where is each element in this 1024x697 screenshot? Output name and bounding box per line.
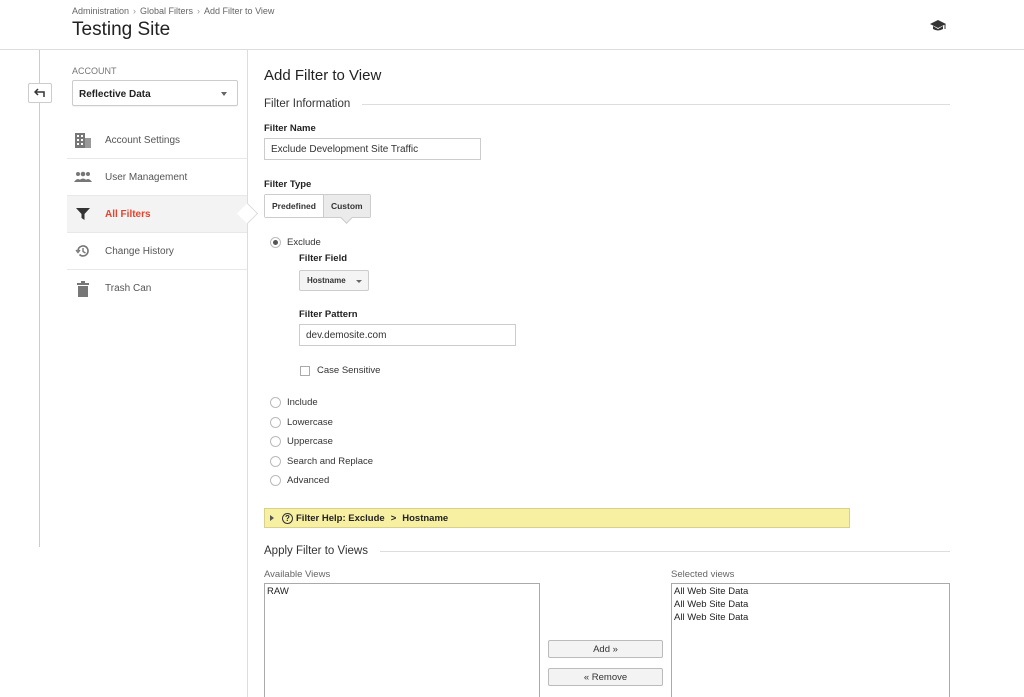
- radio-button[interactable]: [270, 456, 281, 467]
- admin-sidebar: ACCOUNT Reflective Data Account Settings…: [67, 50, 248, 697]
- case-sensitive-checkbox[interactable]: [300, 365, 310, 376]
- filter-icon: [73, 204, 93, 224]
- building-icon: [73, 130, 93, 150]
- back-arrow-icon: [34, 88, 45, 97]
- help-text-suffix: Hostname: [402, 512, 449, 524]
- back-button[interactable]: [28, 83, 52, 103]
- sidebar-item-user-management[interactable]: User Management: [67, 159, 247, 196]
- help-icon: ?: [282, 512, 293, 524]
- sidebar-item-label: Change History: [105, 245, 174, 257]
- radio-button[interactable]: [270, 417, 281, 428]
- filter-field-value: Hostname: [307, 276, 346, 285]
- help-text-arrow: >: [390, 512, 397, 524]
- page-header: Administration › Global Filters › Add Fi…: [0, 0, 1024, 50]
- breadcrumb: Administration › Global Filters › Add Fi…: [72, 6, 274, 16]
- sidebar-item-change-history[interactable]: Change History: [67, 233, 247, 270]
- breadcrumb-separator: ›: [133, 6, 137, 16]
- radio-button[interactable]: [270, 436, 281, 447]
- filter-information-heading: Filter Information: [264, 98, 950, 110]
- filter-pattern-label: Filter Pattern: [299, 309, 358, 320]
- radio-button[interactable]: [270, 475, 281, 486]
- radio-lowercase[interactable]: Lowercase: [270, 417, 333, 428]
- chevron-down-icon: [221, 92, 227, 96]
- radio-button[interactable]: [270, 397, 281, 408]
- breadcrumb-separator: ›: [197, 6, 201, 16]
- page-title: Testing Site: [72, 19, 171, 40]
- sidebar-item-label: User Management: [105, 171, 188, 183]
- radio-button[interactable]: [270, 237, 281, 248]
- apply-views-heading: Apply Filter to Views: [264, 545, 950, 557]
- form-title: Add Filter to View: [264, 67, 382, 84]
- radio-label: Search and Replace: [287, 456, 374, 467]
- history-icon: [73, 241, 93, 261]
- breadcrumb-global-filters[interactable]: Global Filters: [140, 6, 193, 16]
- filter-type-predefined[interactable]: Predefined: [265, 195, 323, 217]
- sidebar-item-trash-can[interactable]: Trash Can: [67, 270, 247, 307]
- radio-search-replace[interactable]: Search and Replace: [270, 456, 373, 467]
- filter-help-bar[interactable]: ? Filter Help: Exclude > Hostname: [264, 508, 850, 528]
- filter-name-input[interactable]: [264, 138, 481, 160]
- radio-label: Exclude: [287, 237, 321, 248]
- list-item[interactable]: All Web Site Data: [674, 611, 947, 624]
- divider: [362, 103, 950, 105]
- available-views-list[interactable]: RAW: [264, 583, 540, 697]
- divider: [379, 550, 950, 552]
- sidebar-item-label: Account Settings: [105, 134, 181, 146]
- radio-label: Lowercase: [287, 417, 333, 428]
- account-selector-value: Reflective Data: [79, 89, 151, 100]
- section-heading-text: Filter Information: [264, 98, 351, 110]
- chevron-down-icon: [356, 280, 362, 283]
- radio-exclude[interactable]: Exclude: [270, 237, 321, 248]
- available-views-label: Available Views: [264, 569, 331, 580]
- add-view-button[interactable]: Add »: [548, 640, 663, 658]
- help-text-prefix: Filter Help: Exclude: [296, 512, 385, 524]
- radio-uppercase[interactable]: Uppercase: [270, 436, 333, 447]
- filter-name-label: Filter Name: [264, 123, 316, 134]
- radio-advanced[interactable]: Advanced: [270, 475, 329, 486]
- rail-divider: [39, 50, 40, 547]
- selected-views-label: Selected views: [671, 569, 735, 580]
- radio-label: Advanced: [287, 475, 330, 486]
- filter-type-custom[interactable]: Custom: [322, 195, 370, 217]
- selected-views-list[interactable]: All Web Site Data All Web Site Data All …: [671, 583, 950, 697]
- graduation-cap-icon[interactable]: [930, 19, 946, 33]
- radio-label: Uppercase: [287, 436, 333, 447]
- filter-pattern-input[interactable]: [299, 324, 516, 346]
- list-item[interactable]: RAW: [267, 585, 537, 598]
- checkbox-label: Case Sensitive: [317, 365, 381, 376]
- section-heading-text: Apply Filter to Views: [264, 545, 368, 557]
- sidebar-item-all-filters[interactable]: All Filters: [67, 196, 247, 233]
- sidebar-item-account-settings[interactable]: Account Settings: [67, 122, 247, 159]
- sidebar-item-label: Trash Can: [105, 283, 152, 294]
- users-icon: [73, 167, 93, 187]
- filter-field-dropdown[interactable]: Hostname: [299, 270, 369, 291]
- filter-type-toggle: Predefined Custom: [264, 194, 371, 218]
- filter-type-label: Filter Type: [264, 179, 312, 190]
- account-label: ACCOUNT: [72, 66, 117, 76]
- case-sensitive-option[interactable]: Case Sensitive: [300, 365, 380, 376]
- sidebar-item-label: All Filters: [105, 208, 151, 220]
- list-item[interactable]: All Web Site Data: [674, 598, 947, 611]
- expand-triangle-icon: [270, 515, 274, 521]
- breadcrumb-add-filter: Add Filter to View: [204, 6, 275, 16]
- radio-label: Include: [287, 397, 318, 408]
- breadcrumb-administration[interactable]: Administration: [72, 6, 129, 16]
- filter-field-label: Filter Field: [299, 253, 348, 264]
- remove-view-button[interactable]: « Remove: [548, 668, 663, 686]
- trash-icon: [73, 279, 93, 299]
- list-item[interactable]: All Web Site Data: [674, 585, 947, 598]
- radio-include[interactable]: Include: [270, 397, 318, 408]
- account-selector[interactable]: Reflective Data: [72, 80, 238, 106]
- sidebar-nav: Account Settings User Management All Fil…: [67, 122, 247, 307]
